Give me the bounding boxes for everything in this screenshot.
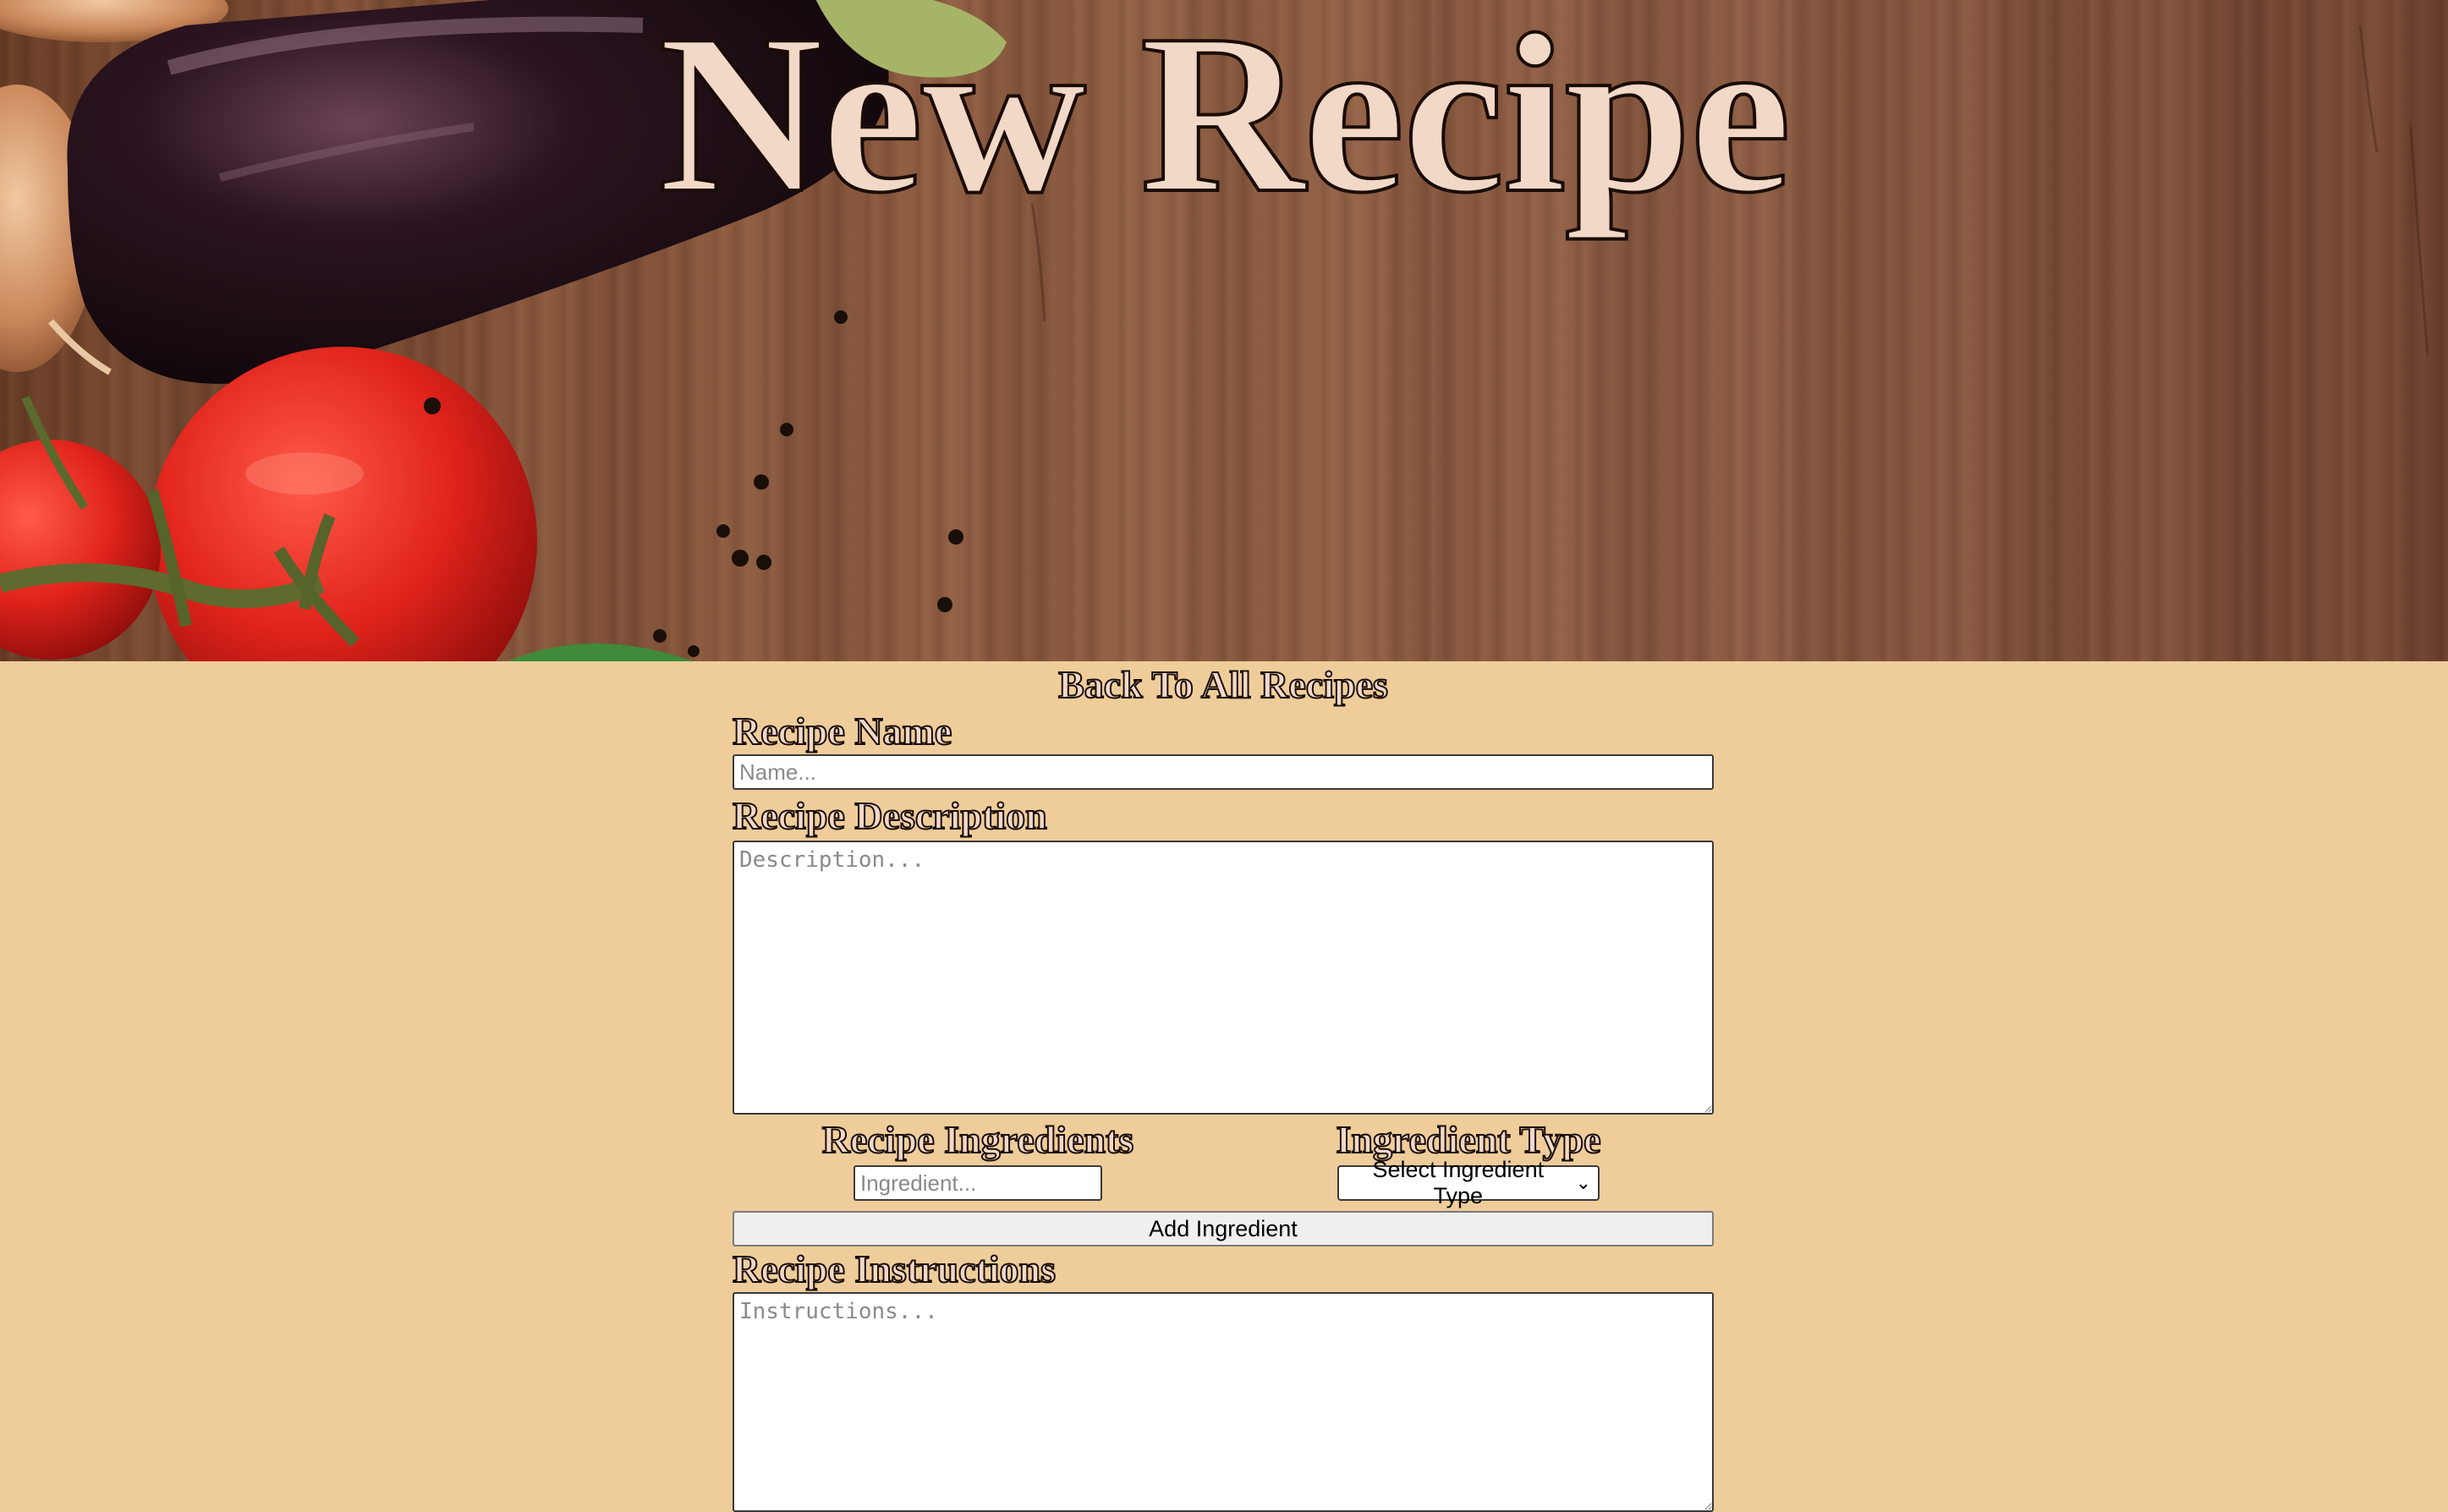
ingredient-type-selected-value: Select Ingredient Type — [1372, 1157, 1545, 1208]
recipe-description-textarea[interactable] — [733, 841, 1714, 1115]
recipe-name-input[interactable] — [733, 754, 1714, 790]
recipe-instructions-label: Recipe Instructions — [732, 1246, 1057, 1291]
tomato-large — [148, 347, 537, 661]
ingredient-input[interactable] — [854, 1165, 1102, 1201]
page-title: New Recipe — [657, 0, 1793, 240]
add-ingredient-button[interactable]: Add Ingredient — [733, 1211, 1714, 1246]
back-to-all-recipes-link[interactable]: Back To All Recipes — [733, 661, 1714, 709]
recipe-description-label: Recipe Description — [732, 793, 1048, 838]
recipe-instructions-textarea[interactable] — [733, 1292, 1714, 1512]
recipe-name-label: Recipe Name — [732, 709, 952, 753]
ingredient-type-select[interactable]: Select Ingredient Type ⌄ — [1337, 1157, 1600, 1208]
hero-banner: New Recipe — [0, 0, 2448, 661]
basil-leaf — [508, 644, 694, 661]
ingredient-row: Recipe Ingredients Ingredient Type Selec… — [733, 1115, 1714, 1208]
recipe-form: Back To All Recipes Recipe Name Recipe D… — [732, 661, 1714, 1512]
ingredient-type-column: Ingredient Type Select Ingredient Type ⌄ — [1223, 1115, 1714, 1208]
recipe-ingredients-label: Recipe Ingredients — [821, 1117, 1134, 1162]
tomato-small — [0, 440, 161, 660]
chevron-down-icon: ⌄ — [1575, 1172, 1591, 1193]
ingredient-column: Recipe Ingredients — [733, 1115, 1223, 1201]
